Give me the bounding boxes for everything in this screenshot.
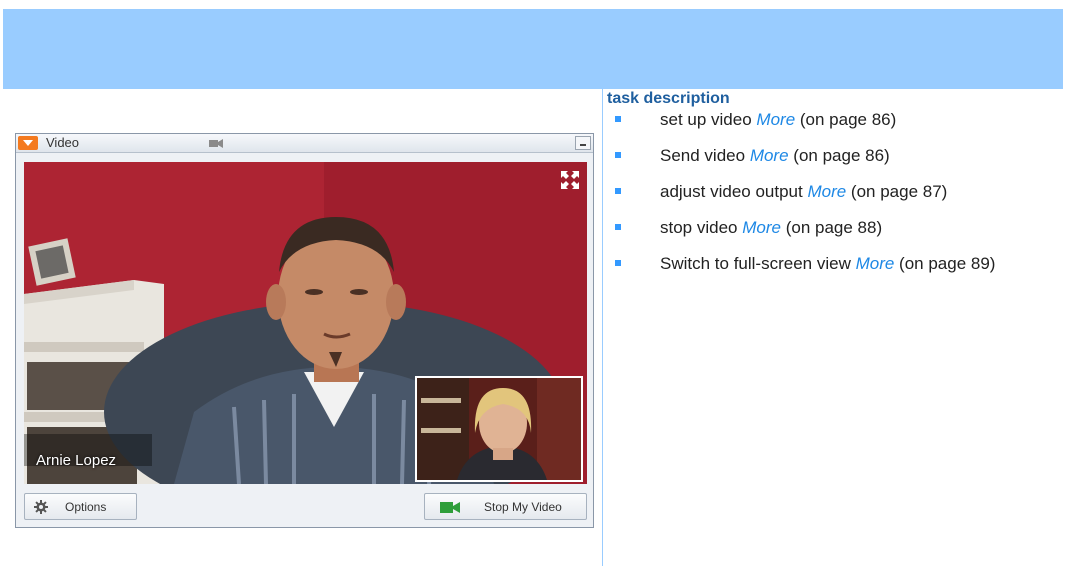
- self-view-thumbnail[interactable]: [415, 376, 583, 482]
- participant-name-label: Arnie Lopez: [36, 452, 117, 469]
- more-link[interactable]: More: [856, 254, 895, 273]
- more-link[interactable]: More: [756, 110, 795, 129]
- video-toolbar: Options Stop My Video: [16, 487, 593, 527]
- column-divider: [602, 82, 603, 566]
- more-link[interactable]: More: [742, 218, 781, 237]
- task-text: stop video: [660, 218, 738, 237]
- task-item: Send video More (on page 86): [612, 144, 1052, 167]
- page-reference: (on page 86): [799, 110, 897, 129]
- task-text: Switch to full-screen view: [660, 254, 851, 273]
- options-label: Options: [65, 500, 107, 514]
- camera-icon: [209, 139, 223, 148]
- bullet-icon: [615, 224, 621, 230]
- task-item: Switch to full-screen view More (on page…: [612, 252, 1052, 275]
- task-item: adjust video output More (on page 87): [612, 180, 1052, 203]
- panel-menu-button[interactable]: [18, 136, 38, 150]
- options-button[interactable]: Options: [24, 493, 137, 520]
- page-reference: (on page 86): [793, 146, 890, 165]
- bullet-icon: [615, 188, 621, 194]
- task-list: set up video More (on page 86) Send vide…: [612, 108, 1052, 288]
- task-text: Send video: [660, 146, 746, 165]
- chevron-down-icon: [23, 140, 33, 146]
- bullet-icon: [615, 116, 621, 122]
- video-camera-icon: [440, 502, 460, 513]
- stop-my-video-button[interactable]: Stop My Video: [424, 493, 587, 520]
- task-text: adjust video output: [660, 182, 803, 201]
- minimize-button[interactable]: [575, 136, 591, 150]
- video-titlebar: Video: [16, 134, 593, 153]
- bullet-icon: [615, 260, 621, 266]
- more-link[interactable]: More: [807, 182, 846, 201]
- self-view-image: [417, 378, 581, 480]
- task-item: stop video More (on page 88): [612, 216, 1052, 239]
- video-window: Video Arnie Lopez Options Stop My Video: [15, 133, 594, 528]
- fullscreen-icon[interactable]: [559, 169, 581, 191]
- stop-my-video-label: Stop My Video: [484, 500, 562, 514]
- task-item: set up video More (on page 86): [612, 108, 1052, 131]
- gear-icon: [34, 500, 48, 514]
- page-reference: (on page 89): [899, 254, 996, 273]
- bullet-icon: [615, 152, 621, 158]
- video-feed: Arnie Lopez: [24, 162, 587, 484]
- table-header: [3, 9, 1063, 89]
- page-reference: (on page 87): [850, 182, 948, 201]
- header-title: task description: [607, 90, 730, 107]
- task-text: set up video: [660, 110, 752, 129]
- video-panel-title: Video: [46, 135, 80, 150]
- more-link[interactable]: More: [750, 146, 789, 165]
- page-reference: (on page 88): [785, 218, 883, 237]
